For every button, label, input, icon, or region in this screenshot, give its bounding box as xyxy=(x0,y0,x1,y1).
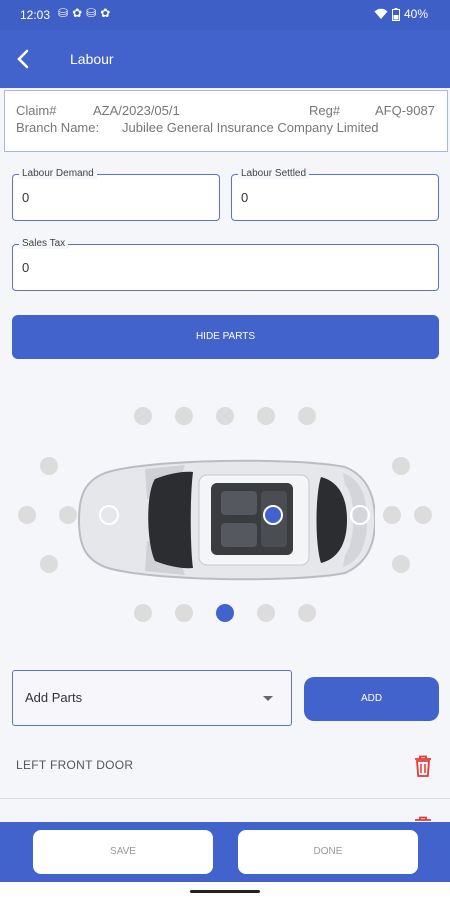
status-right: 40% xyxy=(374,7,428,21)
part-selector-dot[interactable] xyxy=(414,506,432,524)
labour-demand-value: 0 xyxy=(22,190,30,205)
part-selector-dot[interactable] xyxy=(392,555,410,573)
status-time: 12:03 xyxy=(20,8,51,22)
part-selector-dot[interactable] xyxy=(257,604,275,622)
part-selector-dot[interactable] xyxy=(216,604,234,622)
reg-value: AFQ-9087 xyxy=(375,103,435,118)
wifi-icon xyxy=(374,8,388,19)
claim-info-card: Claim# AZA/2023/05/1 Reg# AFQ-9087 Branc… xyxy=(4,90,448,152)
part-selector-dot[interactable] xyxy=(99,505,119,525)
list-item xyxy=(0,799,450,823)
part-selector-dot[interactable] xyxy=(350,505,370,525)
back-arrow-icon[interactable] xyxy=(12,47,36,71)
part-selector-dot[interactable] xyxy=(298,407,316,425)
part-selector-dot[interactable] xyxy=(175,407,193,425)
notification-icon: ⛁ xyxy=(86,6,97,20)
claim-label: Claim# xyxy=(16,103,57,118)
done-button[interactable]: DONE xyxy=(238,830,418,874)
part-selector-dot[interactable] xyxy=(40,555,58,573)
labour-settled-value: 0 xyxy=(241,190,249,205)
app-bar: Labour xyxy=(0,30,450,88)
page-title: Labour xyxy=(70,51,114,67)
part-selector-dot[interactable] xyxy=(263,505,283,525)
part-selector-dot[interactable] xyxy=(298,604,316,622)
battery-level: 40% xyxy=(403,7,428,21)
car-diagram xyxy=(0,380,450,640)
part-selector-dot[interactable] xyxy=(134,407,152,425)
part-selector-dot[interactable] xyxy=(18,506,36,524)
bottom-action-bar: SAVE DONE xyxy=(0,822,450,882)
add-part-button[interactable]: ADD xyxy=(304,677,439,721)
part-selector-dot[interactable] xyxy=(40,457,58,475)
labour-settled-field[interactable]: Labour Settled 0 xyxy=(231,168,439,221)
branch-label: Branch Name: xyxy=(16,120,100,135)
list-item: LEFT FRONT DOOR xyxy=(0,740,450,799)
part-selector-dot[interactable] xyxy=(134,604,152,622)
delete-icon[interactable] xyxy=(412,754,434,778)
battery-icon xyxy=(391,7,400,21)
part-selector-dot[interactable] xyxy=(59,506,77,524)
add-parts-dropdown-value: Add Parts xyxy=(25,690,83,705)
hide-parts-button[interactable]: HIDE PARTS xyxy=(12,315,439,359)
car-top-view-image xyxy=(77,459,375,581)
part-selector-dot[interactable] xyxy=(392,457,410,475)
sales-tax-field[interactable]: Sales Tax 0 xyxy=(12,238,439,291)
system-nav-bar xyxy=(0,882,450,900)
notification-icon: ✿ xyxy=(100,6,111,20)
labour-settled-label: Labour Settled xyxy=(238,168,310,179)
part-selector-dot[interactable] xyxy=(175,604,193,622)
notification-icon: ⛁ xyxy=(58,6,69,20)
add-parts-dropdown[interactable]: Add Parts xyxy=(12,670,292,726)
dropdown-caret-icon xyxy=(263,696,273,701)
home-indicator xyxy=(190,890,260,893)
labour-demand-field[interactable]: Labour Demand 0 xyxy=(12,168,220,221)
status-bar: 12:03 ⛁ ✿ ⛁ ✿ 40% xyxy=(0,0,450,30)
sales-tax-label: Sales Tax xyxy=(19,238,69,249)
part-selector-dot[interactable] xyxy=(216,407,234,425)
part-selector-dot[interactable] xyxy=(257,407,275,425)
part-selector-dot[interactable] xyxy=(383,506,401,524)
notification-icon: ✿ xyxy=(72,6,83,20)
reg-label: Reg# xyxy=(309,103,341,118)
save-button[interactable]: SAVE xyxy=(33,830,213,874)
branch-value: Jubilee General Insurance Company Limite… xyxy=(122,120,379,135)
labour-demand-label: Labour Demand xyxy=(19,168,97,179)
part-name: LEFT FRONT DOOR xyxy=(16,758,134,772)
notification-icons: ⛁ ✿ ⛁ ✿ xyxy=(58,6,110,20)
claim-value: AZA/2023/05/1 xyxy=(93,103,180,118)
sales-tax-value: 0 xyxy=(22,260,30,275)
